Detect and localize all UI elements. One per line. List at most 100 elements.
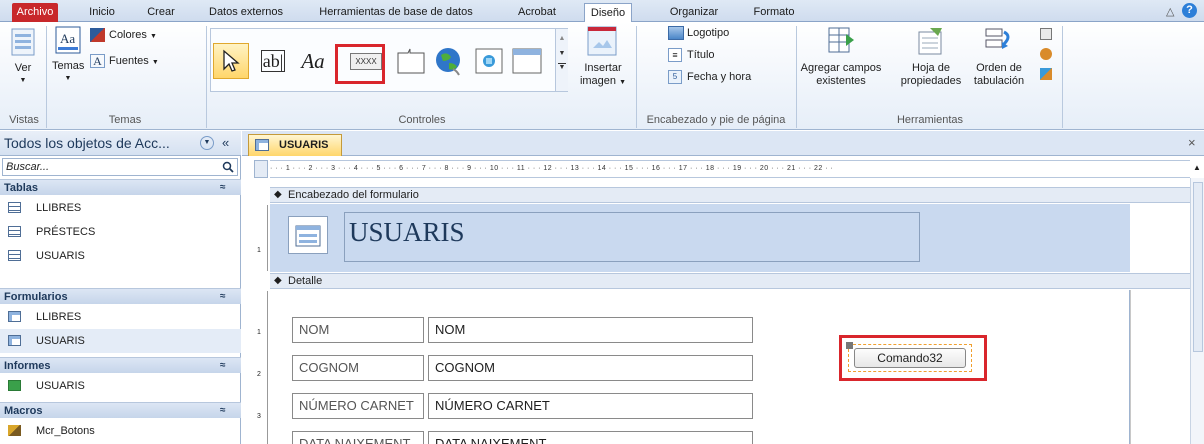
scroll-up-icon[interactable]: ▲: [1190, 160, 1204, 178]
collapse-icon[interactable]: ≈: [220, 403, 226, 419]
form-icon: [295, 225, 321, 247]
field-textbox-cognom[interactable]: COGNOM: [428, 355, 753, 381]
themes-icon: Aa: [55, 26, 81, 54]
gallery-scrollbar[interactable]: ▲ ▼ ▼: [555, 29, 568, 91]
minimize-ribbon-icon[interactable]: △: [1166, 5, 1174, 18]
nav-item-table-llibres[interactable]: LLIBRES: [0, 196, 241, 220]
field-label-cognom[interactable]: COGNOM: [292, 355, 424, 381]
group-label-tools: Herramientas: [896, 114, 964, 126]
fonts-button[interactable]: A Fuentes ▼: [90, 52, 200, 70]
nav-item-form-usuaris[interactable]: USUARIS: [0, 329, 241, 353]
group-label-views: Vistas: [9, 114, 39, 126]
fonts-label: Fuentes: [109, 55, 149, 67]
vertical-scrollbar[interactable]: [1190, 178, 1204, 444]
nav-group-forms[interactable]: Formularios ≈: [0, 288, 241, 304]
collapse-icon[interactable]: ≈: [220, 358, 226, 374]
colors-button[interactable]: Colores ▼: [90, 26, 200, 44]
field-textbox-data-naixement[interactable]: DATA NAIXEMENT: [428, 431, 753, 444]
field-textbox-numero-carnet[interactable]: NÚMERO CARNET: [428, 393, 753, 419]
nav-item-table-usuaris[interactable]: USUARIS: [0, 244, 241, 268]
tab-external-data[interactable]: Datos externos: [206, 3, 286, 22]
field-label-nom[interactable]: NOM: [292, 317, 424, 343]
macro-icon[interactable]: [1040, 48, 1052, 60]
title-icon: ≡: [668, 48, 682, 63]
field-label-numero-carnet[interactable]: NÚMERO CARNET: [292, 393, 424, 419]
search-icon[interactable]: [222, 161, 234, 173]
subform-icon[interactable]: [1040, 28, 1052, 40]
hyperlink-tool-button[interactable]: [431, 43, 467, 79]
scrollbar-thumb[interactable]: [1193, 182, 1203, 352]
nav-item-label: PRÉSTECS: [36, 226, 96, 238]
tab-file[interactable]: Archivo: [12, 3, 58, 22]
section-arrow-icon: ◆: [274, 275, 282, 286]
form-header-empty-area: [1130, 204, 1190, 272]
colors-label: Colores: [109, 29, 147, 41]
add-fields-label-2: existentes: [816, 75, 866, 87]
group-separator: [206, 26, 207, 128]
document-tab-usuaris[interactable]: USUARIS: [248, 134, 342, 156]
logo-label: Logotipo: [687, 27, 730, 39]
logo-placeholder[interactable]: [288, 216, 328, 254]
nav-item-label: USUARIS: [36, 250, 85, 262]
nav-group-tables[interactable]: Tablas ≈: [0, 179, 241, 195]
detail-section-label: Detalle: [288, 275, 323, 287]
textbox-tool-button[interactable]: ab|: [255, 43, 291, 79]
form-header-area[interactable]: USUARIS: [270, 204, 1130, 272]
tab-design[interactable]: Diseño: [584, 3, 632, 23]
table-icon: [8, 226, 21, 237]
tab-control-tool-button[interactable]: [393, 43, 429, 79]
label-tool-button[interactable]: Aa: [295, 43, 331, 79]
image-icon: [587, 26, 617, 56]
tab-arrange[interactable]: Organizar: [664, 3, 724, 22]
collapse-icon[interactable]: ≈: [220, 180, 226, 196]
shutter-close-icon[interactable]: «: [222, 131, 229, 155]
tab-acrobat[interactable]: Acrobat: [515, 3, 559, 22]
navigation-control-tool-button[interactable]: [509, 43, 545, 79]
gallery-expand-icon[interactable]: ▼: [558, 63, 566, 71]
tab-format[interactable]: Formato: [748, 3, 800, 22]
nav-item-table-prestecs[interactable]: PRÉSTECS: [0, 220, 241, 244]
scroll-down-icon[interactable]: ▼: [556, 50, 568, 57]
nav-item-label: LLIBRES: [36, 311, 82, 323]
web-browser-tool-button[interactable]: [471, 43, 507, 79]
nav-item-label: USUARIS: [36, 335, 85, 347]
date-time-button[interactable]: 5 Fecha y hora: [668, 68, 788, 86]
navigation-pane-header[interactable]: Todos los objetos de Acc... ▼ «: [0, 131, 241, 156]
tab-database-tools[interactable]: Herramientas de base de datos: [312, 3, 480, 22]
collapse-icon[interactable]: ≈: [220, 289, 226, 305]
highlight-box: [839, 335, 987, 381]
colors-icon: [90, 28, 105, 43]
globe-icon: [436, 48, 460, 76]
nav-item-report-usuaris[interactable]: USUARIS: [0, 374, 241, 398]
select-tool-button[interactable]: [213, 43, 249, 79]
field-label-data-naixement[interactable]: DATA NAIXEMENT: [292, 431, 424, 444]
code-icon[interactable]: [1040, 68, 1052, 80]
nav-group-reports[interactable]: Informes ≈: [0, 357, 241, 373]
form-title-label[interactable]: USUARIS: [344, 212, 920, 262]
ruler-mark: 3: [257, 413, 261, 420]
ribbon-tab-bar: Archivo Inicio Crear Datos externos Herr…: [0, 0, 1204, 23]
title-button[interactable]: ≡ Título: [668, 46, 788, 64]
tab-home[interactable]: Inicio: [82, 3, 122, 22]
detail-section-bar[interactable]: ◆ Detalle: [270, 273, 1190, 289]
scroll-up-icon[interactable]: ▲: [556, 35, 568, 42]
nav-group-macros[interactable]: Macros ≈: [0, 402, 241, 418]
logo-button[interactable]: Logotipo: [668, 24, 788, 42]
chevron-down-icon: ▼: [64, 75, 72, 82]
nav-item-label: LLIBRES: [36, 202, 82, 214]
form-header-section-bar[interactable]: ◆ Encabezado del formulario: [270, 187, 1190, 203]
form-selector[interactable]: [254, 160, 268, 178]
report-icon: [8, 380, 21, 391]
nav-item-macro-mcr-botons[interactable]: Mcr_Botons: [0, 419, 241, 443]
tab-create[interactable]: Crear: [140, 3, 182, 22]
ruler-mark: 1: [257, 329, 261, 336]
nav-menu-chevron-icon[interactable]: ▼: [200, 136, 214, 150]
chevron-down-icon: ▼: [151, 59, 159, 66]
nav-item-form-llibres[interactable]: LLIBRES: [0, 305, 241, 329]
close-document-icon[interactable]: ×: [1188, 135, 1196, 150]
search-placeholder: Buscar...: [6, 161, 49, 173]
help-icon[interactable]: ?: [1182, 3, 1197, 18]
table-icon: [8, 202, 21, 213]
field-textbox-nom[interactable]: NOM: [428, 317, 753, 343]
navigation-search-input[interactable]: Buscar...: [2, 158, 238, 176]
